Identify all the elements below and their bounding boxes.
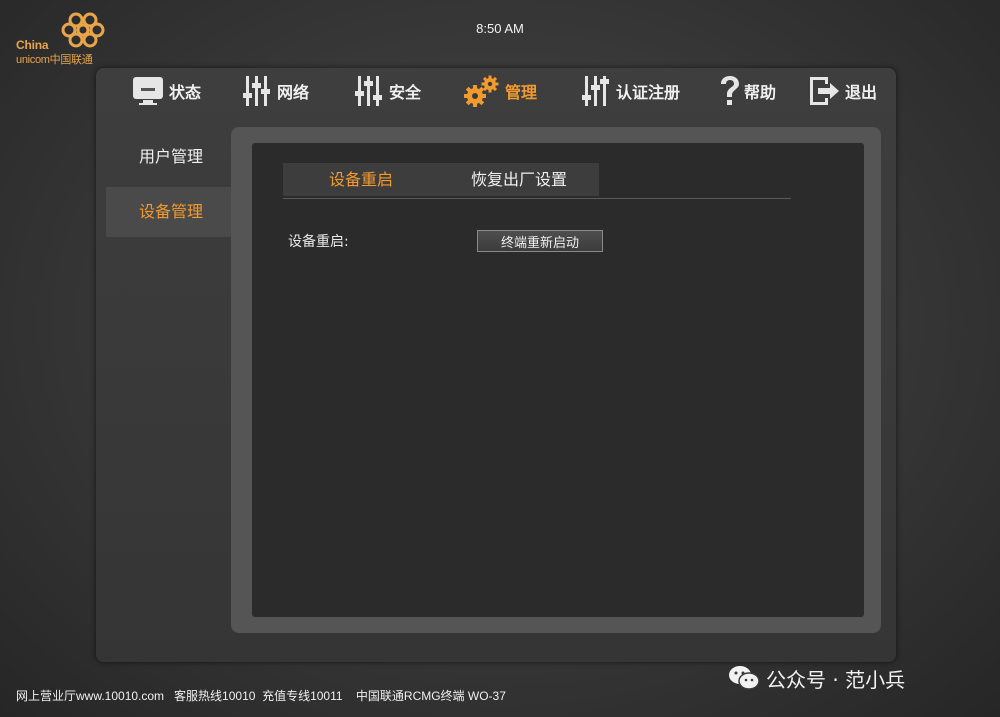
- sliders-icon: [243, 76, 270, 106]
- content-area: 设备重启 恢复出厂设置 设备重启: 终端重新启动: [252, 143, 864, 617]
- top-nav: 状态 网络 安全 管理 认证注册 帮助 退出: [96, 68, 896, 114]
- sidebar-item-user-management[interactable]: 用户管理: [106, 132, 236, 182]
- main-panel: 状态 网络 安全 管理 认证注册 帮助 退出 用户管理 设备管理 设备重启 恢复…: [96, 68, 896, 662]
- nav-help-label: 帮助: [744, 83, 777, 102]
- nav-management[interactable]: 管理: [464, 75, 537, 107]
- nav-security[interactable]: 安全: [354, 75, 421, 107]
- nav-network-label: 网络: [277, 83, 310, 102]
- sidebar-item-device-management[interactable]: 设备管理: [106, 187, 236, 237]
- nav-auth-register[interactable]: 认证注册: [581, 75, 680, 107]
- nav-logout-label: 退出: [845, 83, 878, 102]
- gears-icon: [464, 75, 499, 107]
- nav-help[interactable]: 帮助: [718, 75, 776, 107]
- sidebar: 用户管理 设备管理: [106, 132, 236, 242]
- nav-management-label: 管理: [505, 83, 538, 102]
- watermark-text: 公众号 · 范小兵: [766, 667, 906, 692]
- question-icon: [721, 76, 739, 105]
- nav-status-label: 状态: [169, 83, 202, 102]
- nav-network[interactable]: 网络: [242, 75, 309, 107]
- nav-auth-register-label: 认证注册: [616, 83, 681, 102]
- china-unicom-logo: China unicom中国联通: [14, 8, 114, 66]
- sliders-icon: [355, 76, 382, 106]
- reboot-terminal-button[interactable]: 终端重新启动: [477, 230, 603, 252]
- logo-text-china: China: [16, 38, 49, 52]
- nav-logout[interactable]: 退出: [808, 75, 877, 107]
- tab-divider: [283, 198, 791, 199]
- footer-info: 网上营业厅www.10010.com 客服热线10010 充值专线10011 中…: [16, 689, 506, 703]
- exit-icon: [810, 77, 839, 105]
- tab-factory-reset[interactable]: 恢复出厂设置: [471, 163, 567, 196]
- tab-bar: 设备重启 恢复出厂设置: [283, 163, 599, 196]
- tab-device-reboot[interactable]: 设备重启: [329, 163, 393, 196]
- logo-text-unicom: unicom中国联通: [16, 54, 93, 66]
- clock: 8:50 AM: [476, 21, 524, 36]
- wechat-icon: [729, 666, 760, 690]
- nav-status[interactable]: 状态: [132, 75, 201, 107]
- reboot-label: 设备重启:: [288, 234, 349, 250]
- sliders-icon: [582, 76, 609, 106]
- monitor-icon: [133, 77, 163, 105]
- content-frame: 设备重启 恢复出厂设置 设备重启: 终端重新启动: [231, 127, 881, 633]
- wechat-watermark: 公众号 · 范小兵: [728, 661, 905, 695]
- nav-security-label: 安全: [389, 83, 422, 102]
